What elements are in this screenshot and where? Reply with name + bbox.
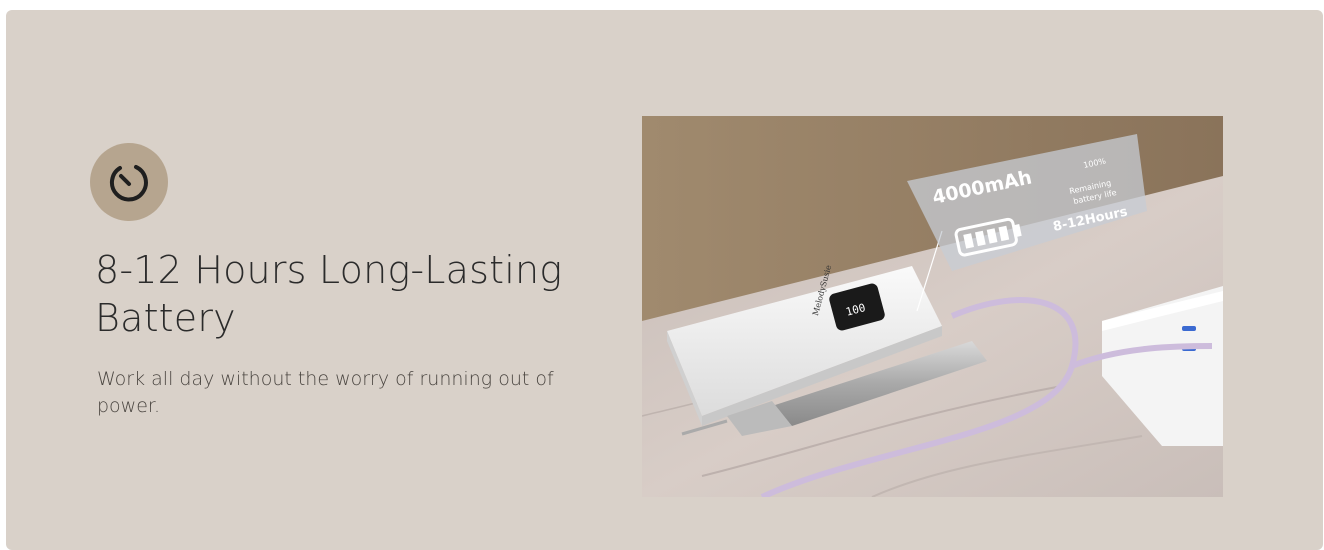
timer-icon xyxy=(90,143,168,221)
feature-title: 8-12 Hours Long-Lasting Battery xyxy=(95,248,563,340)
product-photo: 100 MelodySusie 4000mAh 100% Remaining b… xyxy=(642,116,1223,497)
feature-description: Work all day without the worry of runnin… xyxy=(97,368,554,417)
